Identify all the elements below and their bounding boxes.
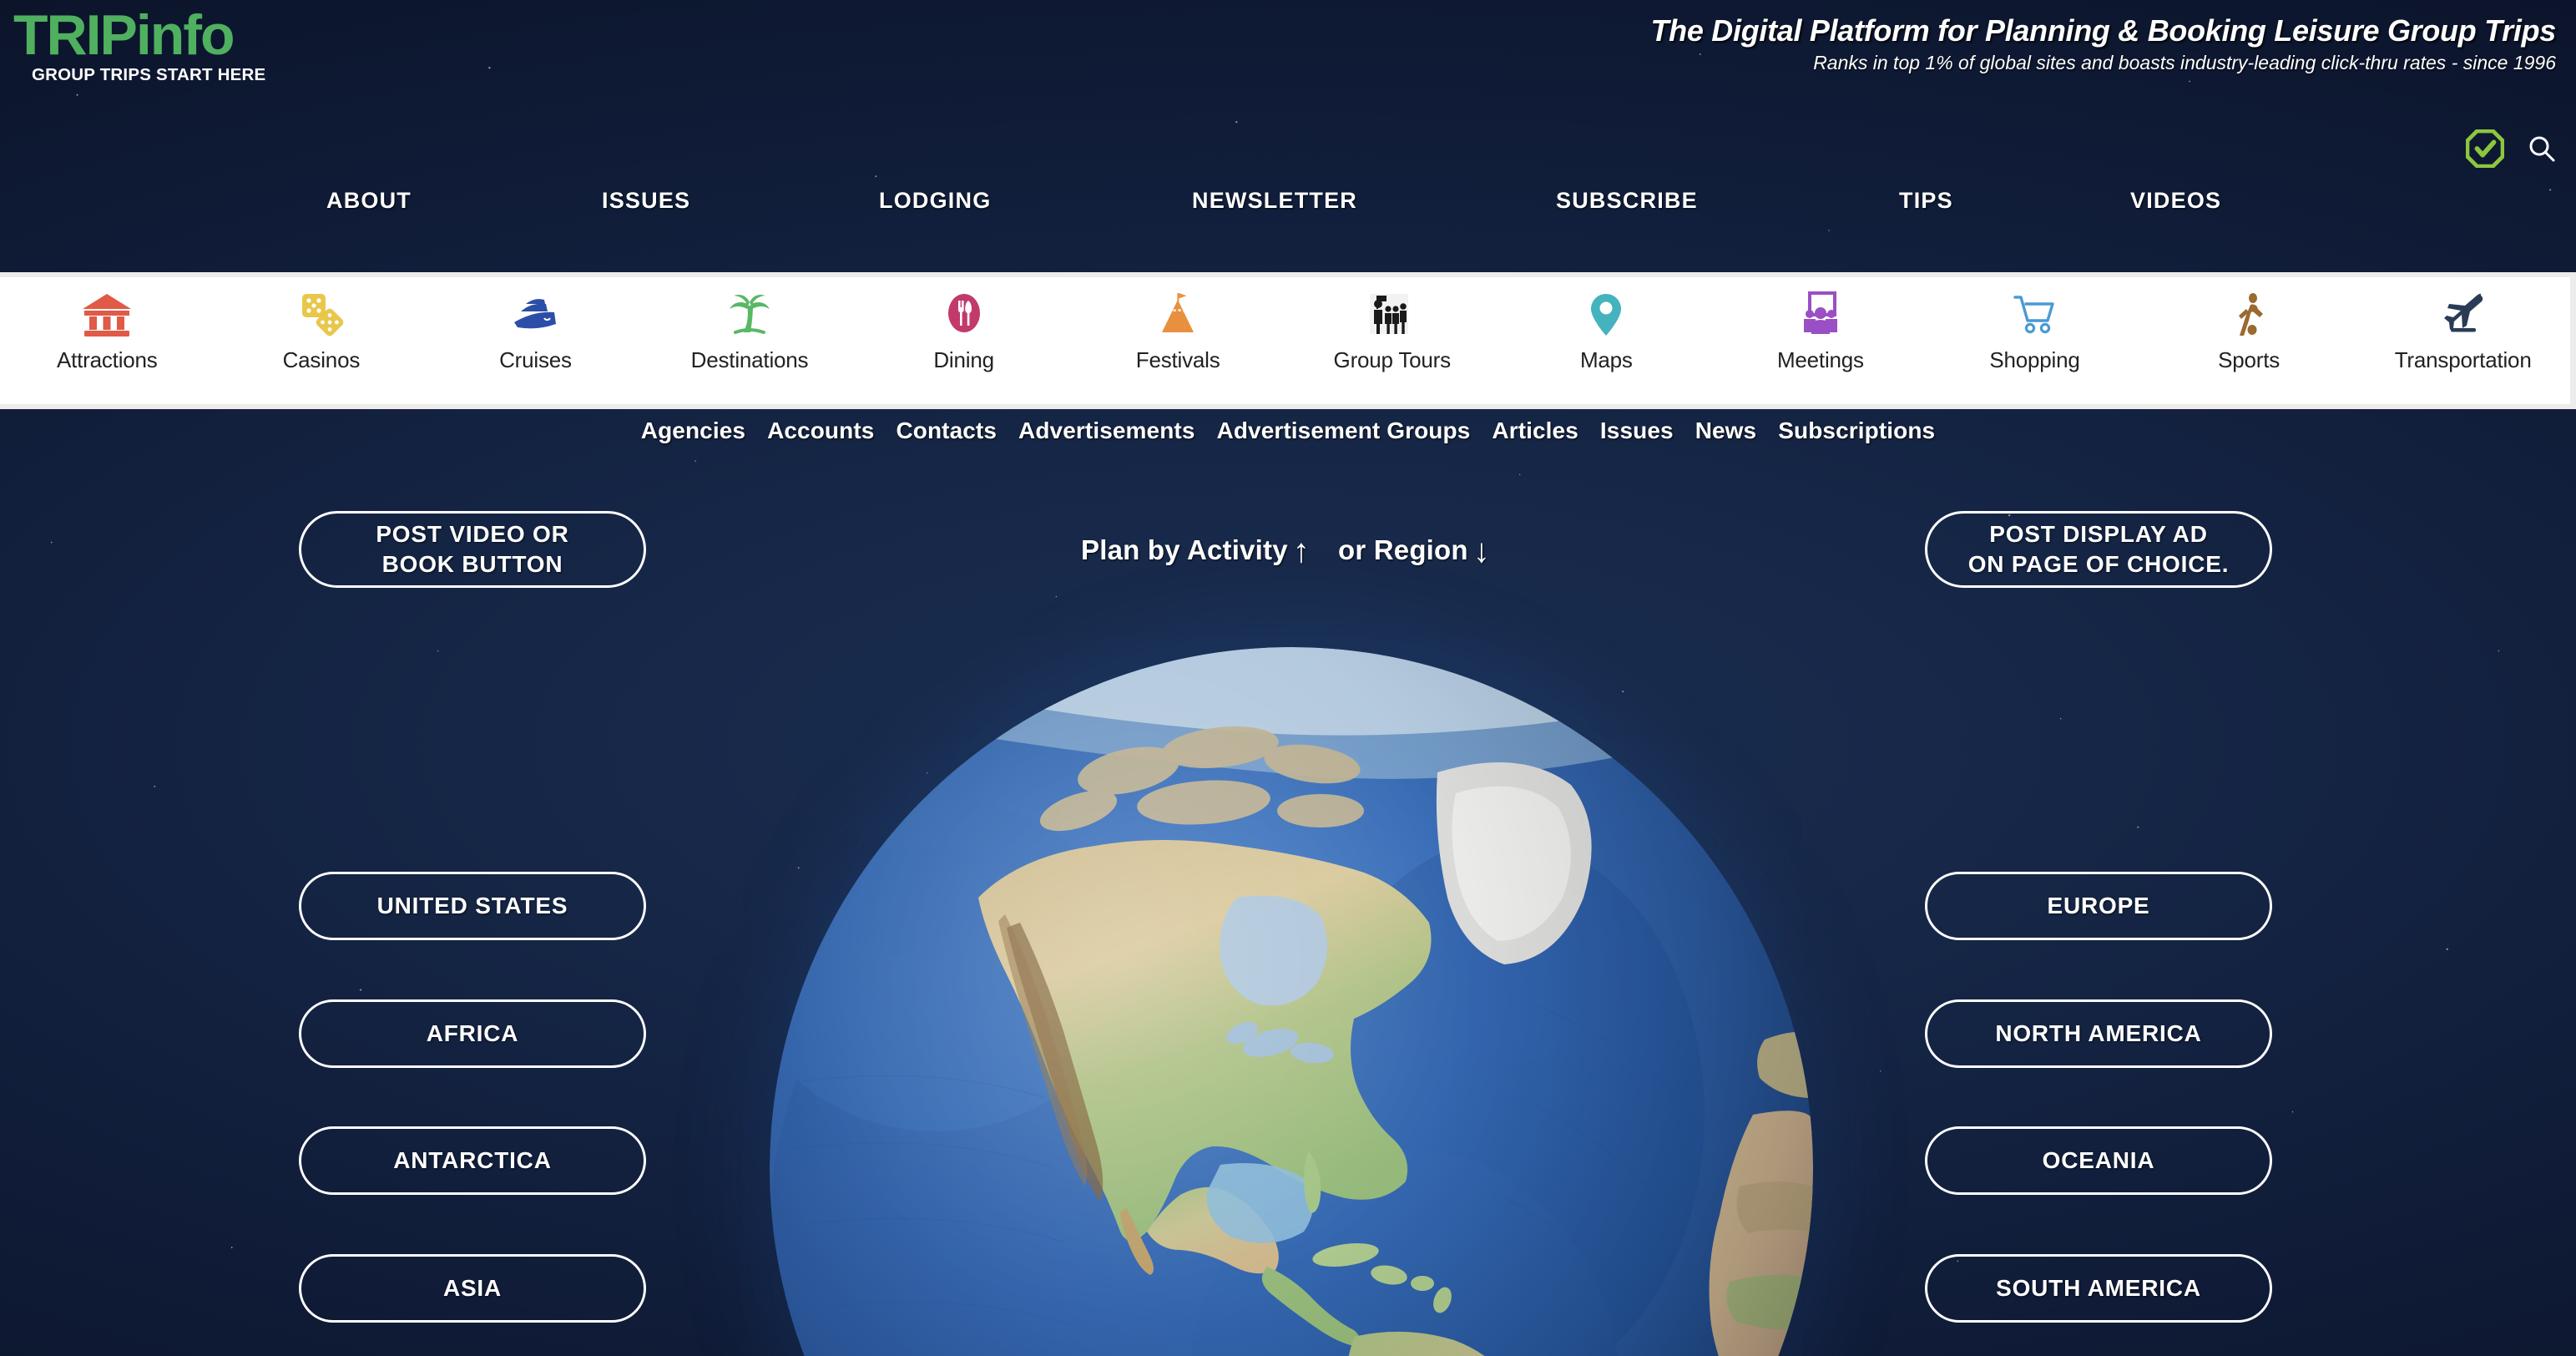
category-meetings[interactable]: Meetings — [1714, 277, 1928, 404]
subnav-item-agencies[interactable]: Agencies — [641, 417, 745, 444]
subnav-item-articles[interactable]: Articles — [1492, 417, 1578, 444]
page-root: TRIPinfo GROUP TRIPS START HERE The Digi… — [0, 0, 2576, 1356]
category-label: Transportation — [2394, 347, 2532, 372]
masthead: TRIPinfo GROUP TRIPS START HERE The Digi… — [0, 0, 2576, 277]
cta-left-line1: POST VIDEO OR — [376, 521, 569, 548]
category-bar: Attractions Casinos Cruises Destinations… — [0, 277, 2570, 404]
category-label: Destinations — [690, 347, 809, 372]
region-button-united-states[interactable]: UNITED STATES — [299, 872, 646, 940]
header-icon-group — [2466, 129, 2556, 168]
category-label: Maps — [1579, 347, 1633, 372]
subnav-item-accounts[interactable]: Accounts — [767, 417, 874, 444]
category-label: Dining — [933, 347, 994, 372]
sub-navigation: Agencies Accounts Contacts Advertisement… — [0, 417, 2576, 444]
arrow-down-icon: ↓ — [1472, 533, 1490, 569]
category-destinations[interactable]: Destinations — [643, 277, 857, 404]
nav-item-videos[interactable]: VIDEOS — [2130, 188, 2221, 214]
plan-prefix-label: Plan by Activity — [1081, 534, 1288, 565]
logo-tagline: GROUP TRIPS START HERE — [32, 65, 266, 84]
subnav-item-advertisement-groups[interactable]: Advertisement Groups — [1217, 417, 1471, 444]
region-button-europe[interactable]: EUROPE — [1925, 872, 2272, 940]
fork-knife-icon — [938, 289, 990, 341]
nav-item-issues[interactable]: ISSUES — [602, 188, 690, 214]
plan-middle-label: or Region — [1337, 534, 1468, 565]
region-button-africa[interactable]: AFRICA — [299, 999, 646, 1068]
search-icon[interactable] — [2528, 134, 2556, 163]
logo-wordmark: TRIPinfo — [13, 7, 314, 63]
arrow-up-icon: ↑ — [1292, 533, 1310, 569]
category-label: Festivals — [1135, 347, 1220, 372]
meeting-room-icon — [1795, 289, 1846, 341]
category-label: Meetings — [1776, 347, 1864, 372]
nav-item-newsletter[interactable]: NEWSLETTER — [1192, 188, 1357, 214]
region-button-oceania[interactable]: OCEANIA — [1925, 1126, 2272, 1195]
nav-item-tips[interactable]: TIPS — [1899, 188, 1953, 214]
category-label: Casinos — [282, 347, 361, 372]
category-group-tours[interactable]: Group Tours — [1285, 277, 1499, 404]
earth-globe-americas-icon — [770, 647, 1813, 1356]
nav-item-lodging[interactable]: LODGING — [879, 188, 991, 214]
region-button-antarctica[interactable]: ANTARCTICA — [299, 1126, 646, 1195]
tour-group-icon — [1366, 289, 1418, 341]
logo-info-text: info — [135, 3, 235, 67]
category-label: Sports — [2218, 347, 2281, 372]
header-tagline-sub: Ranks in top 1% of global sites and boas… — [1813, 52, 2556, 73]
category-label: Group Tours — [1333, 347, 1452, 372]
category-label: Shopping — [1989, 347, 2080, 372]
runner-ball-icon — [2223, 289, 2275, 341]
cruise-ship-icon — [509, 289, 561, 341]
nav-item-about[interactable]: ABOUT — [326, 188, 412, 214]
category-sports[interactable]: Sports — [2142, 277, 2356, 404]
subnav-item-contacts[interactable]: Contacts — [896, 417, 997, 444]
map-pin-icon — [1580, 289, 1632, 341]
category-label: Attractions — [56, 347, 158, 372]
header-tagline-main: The Digital Platform for Planning & Book… — [1650, 13, 2556, 48]
cta-left-line2: BOOK BUTTON — [381, 551, 563, 577]
category-shopping[interactable]: Shopping — [1927, 277, 2142, 404]
category-bar-frame: Attractions Casinos Cruises Destinations… — [0, 272, 2576, 409]
cta-right-line1: POST DISPLAY AD — [1989, 521, 2208, 548]
category-label: Cruises — [499, 347, 572, 372]
region-button-asia[interactable]: ASIA — [299, 1254, 646, 1323]
header-tagline-block: The Digital Platform for Planning & Book… — [1650, 13, 2556, 74]
shopping-cart-icon — [2008, 289, 2060, 341]
verified-check-icon[interactable] — [2466, 129, 2504, 168]
category-attractions[interactable]: Attractions — [0, 277, 215, 404]
category-casinos[interactable]: Casinos — [215, 277, 429, 404]
subnav-item-advertisements[interactable]: Advertisements — [1018, 417, 1195, 444]
subnav-item-subscriptions[interactable]: Subscriptions — [1778, 417, 1935, 444]
logo-trip-text: TRIP — [13, 3, 138, 67]
subnav-item-issues[interactable]: Issues — [1600, 417, 1674, 444]
tent-icon — [1152, 289, 1204, 341]
category-transportation[interactable]: Transportation — [2356, 277, 2570, 404]
cta-right-line2: ON PAGE OF CHOICE. — [1967, 551, 2230, 577]
category-maps[interactable]: Maps — [1499, 277, 1714, 404]
region-button-north-america[interactable]: NORTH AMERICA — [1925, 999, 2272, 1068]
nav-item-subscribe[interactable]: SUBSCRIBE — [1556, 188, 1698, 214]
subnav-item-news[interactable]: News — [1695, 417, 1757, 444]
post-video-or-book-button[interactable]: POST VIDEO OR BOOK BUTTON — [299, 511, 646, 588]
palm-tree-icon — [724, 289, 775, 341]
globe-landmasses — [770, 647, 1813, 1356]
category-cruises[interactable]: Cruises — [428, 277, 643, 404]
site-logo[interactable]: TRIPinfo GROUP TRIPS START HERE — [13, 7, 314, 85]
post-display-ad-button[interactable]: POST DISPLAY AD ON PAGE OF CHOICE. — [1925, 511, 2272, 588]
airplane-icon — [2437, 289, 2489, 341]
category-dining[interactable]: Dining — [856, 277, 1071, 404]
museum-icon — [81, 289, 133, 341]
category-festivals[interactable]: Festivals — [1071, 277, 1285, 404]
dice-icon — [295, 289, 347, 341]
region-button-south-america[interactable]: SOUTH AMERICA — [1925, 1254, 2272, 1323]
